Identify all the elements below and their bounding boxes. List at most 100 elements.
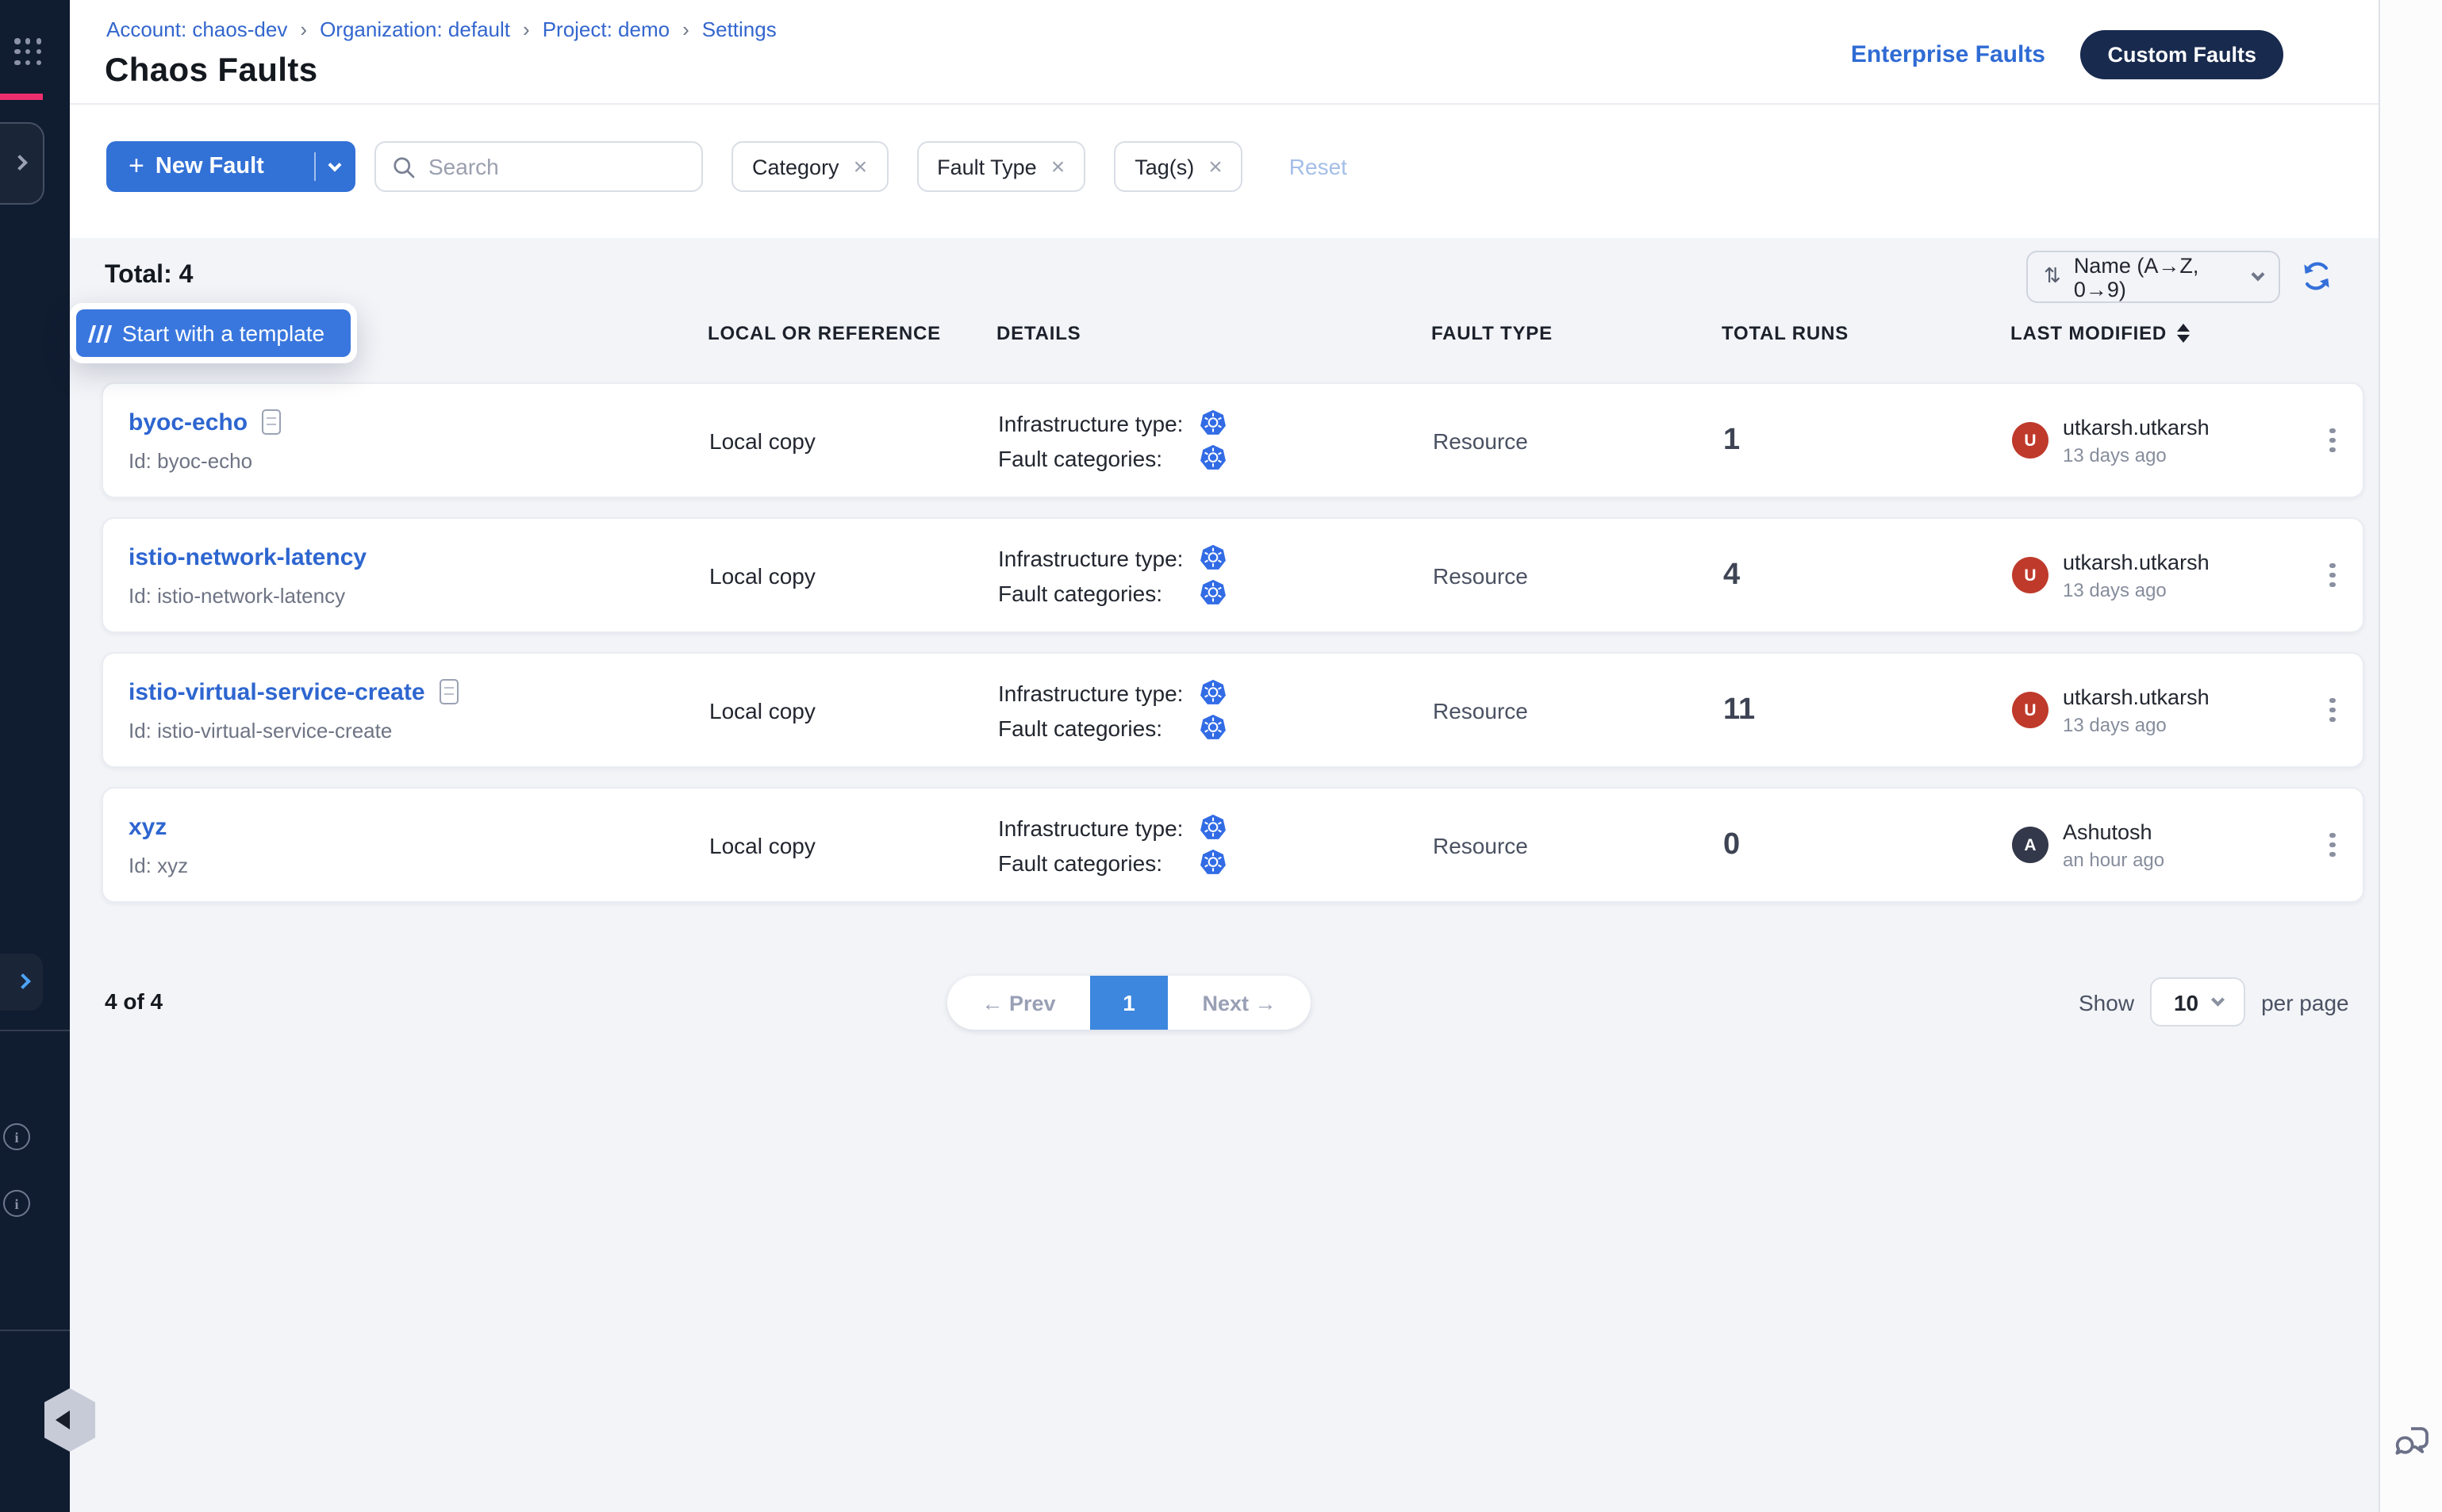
left-nav-rail: i i — [0, 0, 70, 1512]
new-fault-label: New Fault — [156, 154, 308, 179]
local-or-reference-cell: Local copy — [709, 832, 998, 858]
sort-toggle-icon — [2176, 324, 2189, 343]
fault-name-link[interactable]: istio-virtual-service-create — [129, 678, 709, 705]
row-actions-menu-icon[interactable] — [2299, 827, 2366, 863]
next-page-button[interactable]: Next → — [1168, 991, 1311, 1015]
main-area: Account: chaos-dev › Organization: defau… — [70, 0, 2442, 1512]
close-icon[interactable]: × — [1051, 155, 1065, 178]
fault-name-cell: istio-network-latency Id: istio-network-… — [129, 519, 709, 631]
last-modified-cell: U utkarsh.utkarsh 13 days ago — [2012, 550, 2299, 601]
modified-by: utkarsh.utkarsh — [2063, 685, 2210, 708]
breadcrumb-separator: › — [300, 17, 307, 41]
fault-name-link[interactable]: istio-network-latency — [129, 543, 709, 570]
total-runs-cell: 1 — [1723, 423, 2012, 458]
menu-item-label: Start with a template — [122, 320, 324, 346]
filter-chip-category[interactable]: Category × — [731, 141, 888, 192]
app-launcher-icon[interactable] — [14, 38, 41, 65]
column-header-last-modified[interactable]: LAST MODIFIED — [2010, 322, 2298, 344]
page-number-button[interactable]: 1 — [1090, 976, 1168, 1030]
breadcrumb-project[interactable]: Project: demo — [543, 17, 670, 41]
page-title: Chaos Faults — [105, 52, 318, 90]
manifest-file-icon[interactable] — [440, 679, 459, 704]
sort-select[interactable]: ⇅ Name (A→Z, 0→9) — [2026, 251, 2280, 303]
filter-chip-label: Fault Type — [937, 155, 1037, 178]
new-fault-dropdown: Start with a template — [70, 303, 357, 363]
table-row[interactable]: xyz Id: xyz Local copy Infrastructure ty… — [102, 787, 2364, 903]
avatar: U — [2012, 422, 2048, 459]
fault-name-link[interactable]: xyz — [129, 813, 709, 840]
chevron-right-icon — [15, 973, 31, 989]
chevron-right-icon — [12, 155, 28, 171]
plus-icon: + — [129, 151, 144, 182]
chevron-left-icon — [56, 1410, 70, 1429]
close-icon[interactable]: × — [1208, 155, 1223, 178]
custom-faults-button[interactable]: Custom Faults — [2080, 30, 2283, 79]
chevron-down-icon — [2252, 268, 2265, 282]
row-actions-menu-icon[interactable] — [2299, 692, 2366, 728]
column-header-fault-type: FAULT TYPE — [1431, 322, 1722, 344]
info-icon[interactable]: i — [3, 1123, 30, 1150]
last-modified-cell: A Ashutosh an hour ago — [2012, 819, 2299, 870]
breadcrumb-settings[interactable]: Settings — [702, 17, 777, 41]
kubernetes-icon — [1200, 544, 1227, 571]
column-label: LAST MODIFIED — [2010, 322, 2167, 344]
template-icon — [88, 324, 112, 342]
modified-by: utkarsh.utkarsh — [2063, 415, 2210, 439]
column-header-details: DETAILS — [996, 322, 1431, 344]
module-expand-button[interactable] — [0, 122, 44, 205]
enterprise-faults-link[interactable]: Enterprise Faults — [1851, 41, 2045, 68]
row-actions-menu-icon[interactable] — [2299, 557, 2366, 593]
refresh-button[interactable] — [2301, 260, 2333, 292]
reset-filters-link[interactable]: Reset — [1289, 141, 1347, 192]
refresh-icon — [2301, 260, 2333, 292]
filter-chip-label: Category — [752, 155, 839, 178]
column-label: FAULT TYPE — [1431, 322, 1553, 344]
manifest-file-icon[interactable] — [262, 409, 281, 435]
column-label: TOTAL RUNS — [1722, 322, 1849, 344]
kubernetes-icon — [1200, 679, 1227, 706]
chevron-down-icon[interactable] — [328, 158, 342, 171]
row-actions-menu-icon[interactable] — [2299, 422, 2366, 459]
kubernetes-icon — [1200, 849, 1227, 876]
kubernetes-icon — [1200, 444, 1227, 471]
start-with-template-menu-item[interactable]: Start with a template — [76, 309, 351, 357]
filter-chip-tags[interactable]: Tag(s) × — [1114, 141, 1243, 192]
search-input[interactable] — [428, 154, 682, 179]
infrastructure-type-label: Infrastructure type: — [998, 815, 1200, 840]
info-icon[interactable]: i — [3, 1190, 30, 1217]
support-chat-icon[interactable] — [2391, 1422, 2432, 1463]
rail-divider — [0, 1330, 70, 1331]
fault-type-cell: Resource — [1433, 428, 1723, 453]
fault-name-link[interactable]: byoc-echo — [129, 409, 709, 436]
search-icon — [392, 155, 416, 178]
table-row[interactable]: istio-virtual-service-create Id: istio-v… — [102, 652, 2364, 768]
last-modified-cell: U utkarsh.utkarsh 13 days ago — [2012, 415, 2299, 466]
table-row[interactable]: byoc-echo Id: byoc-echo Local copy Infra… — [102, 382, 2364, 498]
modified-by: utkarsh.utkarsh — [2063, 550, 2210, 574]
breadcrumb-account[interactable]: Account: chaos-dev — [106, 17, 287, 41]
prev-page-button[interactable]: ← Prev — [947, 991, 1090, 1015]
close-icon[interactable]: × — [854, 155, 868, 178]
fault-categories-label: Fault categories: — [998, 445, 1200, 470]
modified-when: 13 days ago — [2063, 443, 2210, 466]
breadcrumb-organization[interactable]: Organization: default — [320, 17, 510, 41]
sort-selected-value: Name (A→Z, 0→9) — [2074, 253, 2240, 301]
details-cell: Infrastructure type: Fault categories: — [998, 679, 1433, 741]
modified-by: Ashutosh — [2063, 819, 2164, 843]
sidebar-expand-button[interactable] — [0, 954, 43, 1011]
fault-categories-label: Fault categories: — [998, 580, 1200, 605]
fault-name: byoc-echo — [129, 409, 248, 436]
total-runs-cell: 0 — [1723, 827, 2012, 862]
right-scroll-gutter — [2379, 0, 2442, 1512]
pagination: ← Prev 1 Next → — [947, 976, 1311, 1030]
filter-chip-fault-type[interactable]: Fault Type × — [916, 141, 1085, 192]
fault-name-cell: istio-virtual-service-create Id: istio-v… — [129, 654, 709, 766]
rail-divider — [0, 1030, 70, 1031]
new-fault-button[interactable]: + New Fault — [106, 141, 355, 192]
page-size-value: 10 — [2174, 989, 2198, 1015]
page-size-select[interactable]: 10 — [2150, 977, 2245, 1027]
button-divider — [314, 152, 316, 181]
table-row[interactable]: istio-network-latency Id: istio-network-… — [102, 517, 2364, 633]
fault-name-cell: byoc-echo Id: byoc-echo — [129, 384, 709, 497]
toolbar: + New Fault Category × Fault Type × — [70, 105, 2442, 238]
